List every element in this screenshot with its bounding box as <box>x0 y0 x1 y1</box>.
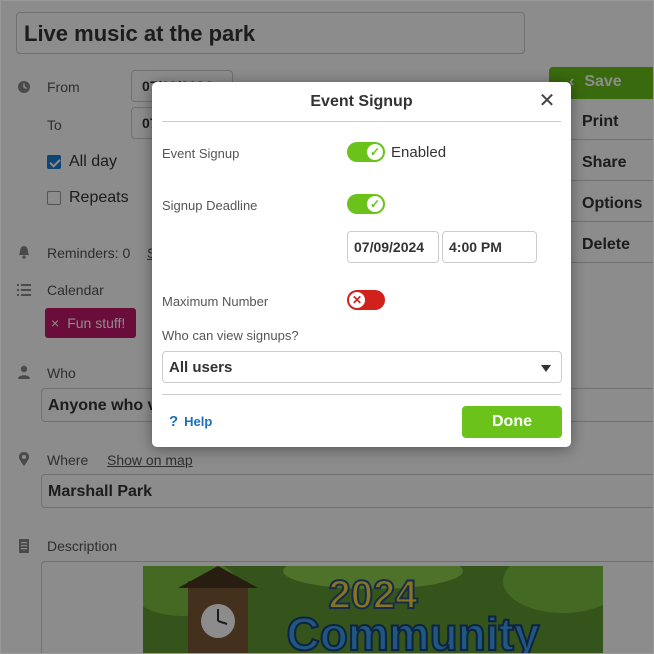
close-icon[interactable]: ✕ <box>538 91 556 111</box>
help-label: Help <box>184 414 213 429</box>
signup-deadline-toggle[interactable]: ✓ <box>347 194 385 214</box>
help-link[interactable]: ? Help <box>169 413 212 430</box>
event-signup-label: Event Signup <box>162 146 240 161</box>
chevron-down-icon <box>541 365 551 372</box>
dialog-divider-bottom <box>162 394 561 395</box>
event-signup-dialog: Event Signup ✕ Event Signup ✓ Enabled Si… <box>152 82 571 447</box>
deadline-date-input[interactable]: 07/09/2024 <box>347 231 439 263</box>
dialog-divider-top <box>162 121 561 122</box>
event-signup-status: Enabled <box>391 144 447 161</box>
event-editor-page: Live music at the park From 07/09/2024 T… <box>0 0 654 654</box>
who-can-view-select[interactable]: All users <box>162 351 562 383</box>
dialog-title: Event Signup <box>310 93 413 110</box>
check-icon: ✓ <box>367 196 383 212</box>
check-icon: ✓ <box>367 144 383 160</box>
help-icon: ? <box>169 413 179 430</box>
who-can-view-value: All users <box>169 359 233 376</box>
who-can-view-label: Who can view signups? <box>162 328 299 343</box>
deadline-time-input[interactable]: 4:00 PM <box>442 231 537 263</box>
signup-deadline-label: Signup Deadline <box>162 198 258 213</box>
done-button[interactable]: Done <box>462 406 562 438</box>
event-signup-toggle[interactable]: ✓ <box>347 142 385 162</box>
x-icon: ✕ <box>349 292 365 308</box>
maximum-number-toggle[interactable]: ✕ <box>347 290 385 310</box>
maximum-number-label: Maximum Number <box>162 294 269 309</box>
